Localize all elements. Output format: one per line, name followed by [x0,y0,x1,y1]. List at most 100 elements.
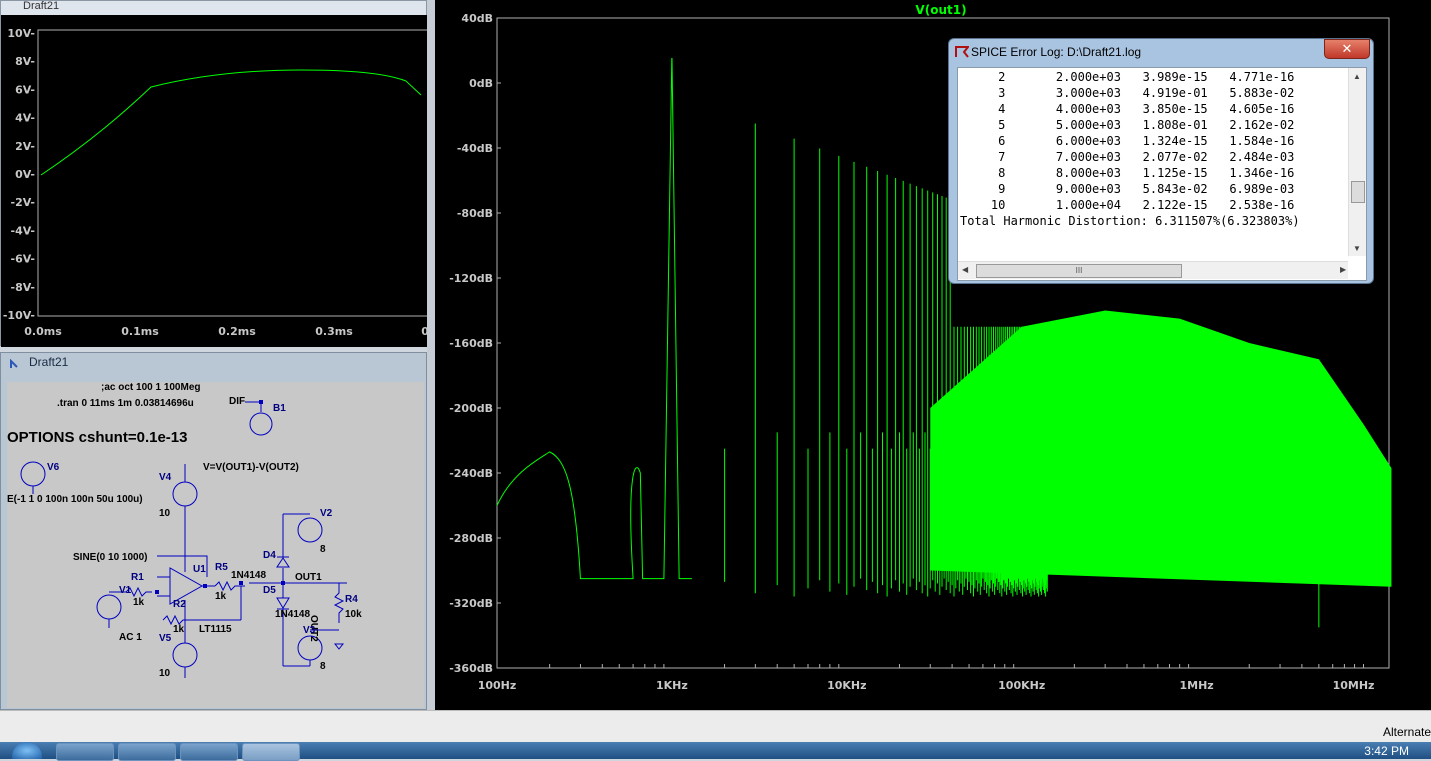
horizontal-scroll-thumb[interactable]: III [976,264,1182,278]
v1-label[interactable]: V1 [119,585,131,596]
log-cell-freq: 3.000e+03 [1005,86,1121,100]
fft-y-tick-label: -360dB [449,662,493,675]
log-cell-comp: 3.850e-15 [1120,102,1208,116]
v5-value[interactable]: 10 [159,668,170,679]
scroll-left-icon[interactable]: ◀ [962,265,968,274]
log-cell-freq: 1.000e+04 [1005,198,1121,212]
transient-plot-window[interactable]: Draft21 10V- 8V- 6V- 4V- 2V- 0V- -2V- -4V- -6V- -… [0,0,441,347]
log-cell-comp: 3.989e-15 [1120,70,1208,84]
d4-model[interactable]: 1N4148 [231,570,266,581]
r2-label[interactable]: R2 [173,599,186,610]
transient-x-ticks: 0.0ms0.1ms0.2ms0.3ms0.4 [24,325,441,338]
b1-label[interactable]: B1 [273,403,286,414]
transient-plot-area[interactable]: 10V- 8V- 6V- 4V- 2V- 0V- -2V- -4V- -6V- -8V- -10V-… [1,15,441,347]
status-bar: Alternate [0,710,1431,743]
fft-trace-low-band [496,58,692,580]
error-log-dialog[interactable]: SPICE Error Log: D:\Draft21.log ✕ 2 2.00… [948,38,1374,284]
fft-y-tick-label: -280dB [449,532,493,545]
transient-y-ticks: 10V- 8V- 6V- 4V- 2V- 0V- -2V- -4V- -6V- -8V- -10V- [3,27,35,322]
log-cell-norm: 6.989e-03 [1207,182,1295,196]
explorer-taskbar-icon[interactable] [56,743,114,761]
log-cell-norm: 2.484e-03 [1207,150,1295,164]
r4-label[interactable]: R4 [345,594,358,605]
log-cell-n: 7 [962,150,1006,164]
fft-x-tick-label: 10MHz [1333,679,1375,692]
fft-y-tick-label: -120dB [449,272,493,285]
opamp-model[interactable]: LT1115 [199,624,232,635]
tran-directive[interactable]: .tran 0 11ms 1m 0.03814696u [57,398,194,409]
net-label-out1[interactable]: OUT1 [295,572,322,583]
fft-y-tick-label: -320dB [449,597,493,610]
bv-expression[interactable]: V=V(OUT1)-V(OUT2) [203,462,299,473]
clock[interactable]: 3:42 PM [1364,744,1409,758]
vertical-scroll-thumb[interactable] [1351,181,1365,203]
log-cell-comp: 2.122e-15 [1120,198,1208,212]
taskbar[interactable]: 3:42 PM [0,742,1431,761]
r2-value[interactable]: 1k [173,624,184,635]
log-cell-freq: 4.000e+03 [1005,102,1121,116]
r4-value[interactable]: 10k [345,609,362,620]
sine-spec[interactable]: SINE(0 10 1000) [73,552,148,563]
log-harmonic-row: 5 5.000e+03 1.808e-01 2.162e-02 [962,118,1294,132]
error-log-title: SPICE Error Log: D:\Draft21.log [971,45,1142,59]
log-cell-norm: 4.771e-16 [1207,70,1295,84]
error-log-content[interactable]: 2 2.000e+03 3.989e-15 4.771e-16 3 3.000e… [957,67,1367,281]
v2-value[interactable]: 8 [320,544,326,555]
log-harmonic-row: 7 7.000e+03 2.077e-02 2.484e-03 [962,150,1294,164]
v6-label[interactable]: V6 [47,462,59,473]
scroll-down-icon[interactable]: ▼ [1353,244,1361,253]
r1-label[interactable]: R1 [131,572,144,583]
transient-x-tick-label: 0.1ms [121,325,159,338]
schematic-window-icon [9,356,19,368]
log-cell-n: 10 [962,198,1006,212]
r5-value[interactable]: 1k [215,591,226,602]
v5-label[interactable]: V5 [159,633,171,644]
net-label-dif[interactable]: DIF [229,396,245,407]
transient-y-tick-label: 0V- [15,168,35,181]
pdf-reader-taskbar-icon[interactable] [180,743,238,761]
log-cell-comp: 1.808e-01 [1120,118,1208,132]
r1-value[interactable]: 1k [133,597,144,608]
close-button[interactable]: ✕ [1324,39,1370,59]
firefox-taskbar-icon[interactable] [118,743,176,761]
fft-y-tick-label: -160dB [449,337,493,350]
v4-value[interactable]: 10 [159,508,170,519]
transient-plot-svg: 10V- 8V- 6V- 4V- 2V- 0V- -2V- -4V- -6V- -8V- -10V-… [3,27,441,338]
ac-directive[interactable]: ;ac oct 100 1 100Meg [101,382,201,393]
fft-trace-noise-floor [930,310,1392,587]
fft-x-tick-label: 1KHz [656,679,688,692]
d5-label[interactable]: D5 [263,585,276,596]
schematic-canvas[interactable]: ;ac oct 100 1 100Meg .tran 0 11ms 1m 0.0… [7,382,424,708]
status-text: Alternate [1382,725,1431,739]
scroll-right-icon[interactable]: ▶ [1340,265,1346,274]
v3-label[interactable]: V3 [303,625,315,636]
ac-spec[interactable]: AC 1 [119,632,142,643]
d5-model[interactable]: 1N4148 [275,609,310,620]
d4-label[interactable]: D4 [263,550,276,561]
v3-value[interactable]: 8 [320,661,326,672]
pulse-spec[interactable]: E(-1 1 0 100n 100n 50u 100u) [7,494,143,505]
transient-x-tick-label: 0.2ms [218,325,256,338]
horizontal-scrollbar[interactable]: ◀ III ▶ [958,261,1348,279]
log-cell-freq: 6.000e+03 [1005,134,1121,148]
ltspice-taskbar-icon[interactable] [242,743,300,761]
schematic-window-title: Draft21 [29,355,69,369]
log-cell-norm: 1.346e-16 [1207,166,1295,180]
log-cell-n: 9 [962,182,1006,196]
v2-label[interactable]: V2 [320,508,332,519]
schematic-window[interactable]: Draft21 ;ac oct 100 1 100Meg .tran 0 11m… [0,352,427,710]
u1-label[interactable]: U1 [193,564,206,575]
fft-x-tick-label: 1MHz [1179,679,1213,692]
log-text-area[interactable]: 2 2.000e+03 3.989e-15 4.771e-16 3 3.000e… [958,68,1348,258]
log-cell-n: 4 [962,102,1006,116]
v4-label[interactable]: V4 [159,472,171,483]
log-cell-norm: 2.162e-02 [1207,118,1295,132]
transient-x-tick-label: 0.0ms [24,325,62,338]
r5-label[interactable]: R5 [215,562,228,573]
start-button[interactable] [12,742,42,759]
vertical-scrollbar[interactable]: ▲ ▼ [1348,68,1366,256]
fft-y-tick-label: -80dB [457,207,493,220]
log-cell-n: 5 [962,118,1006,132]
scroll-up-icon[interactable]: ▲ [1353,72,1361,81]
options-directive[interactable]: OPTIONS cshunt=0.1e-13 [7,429,187,446]
